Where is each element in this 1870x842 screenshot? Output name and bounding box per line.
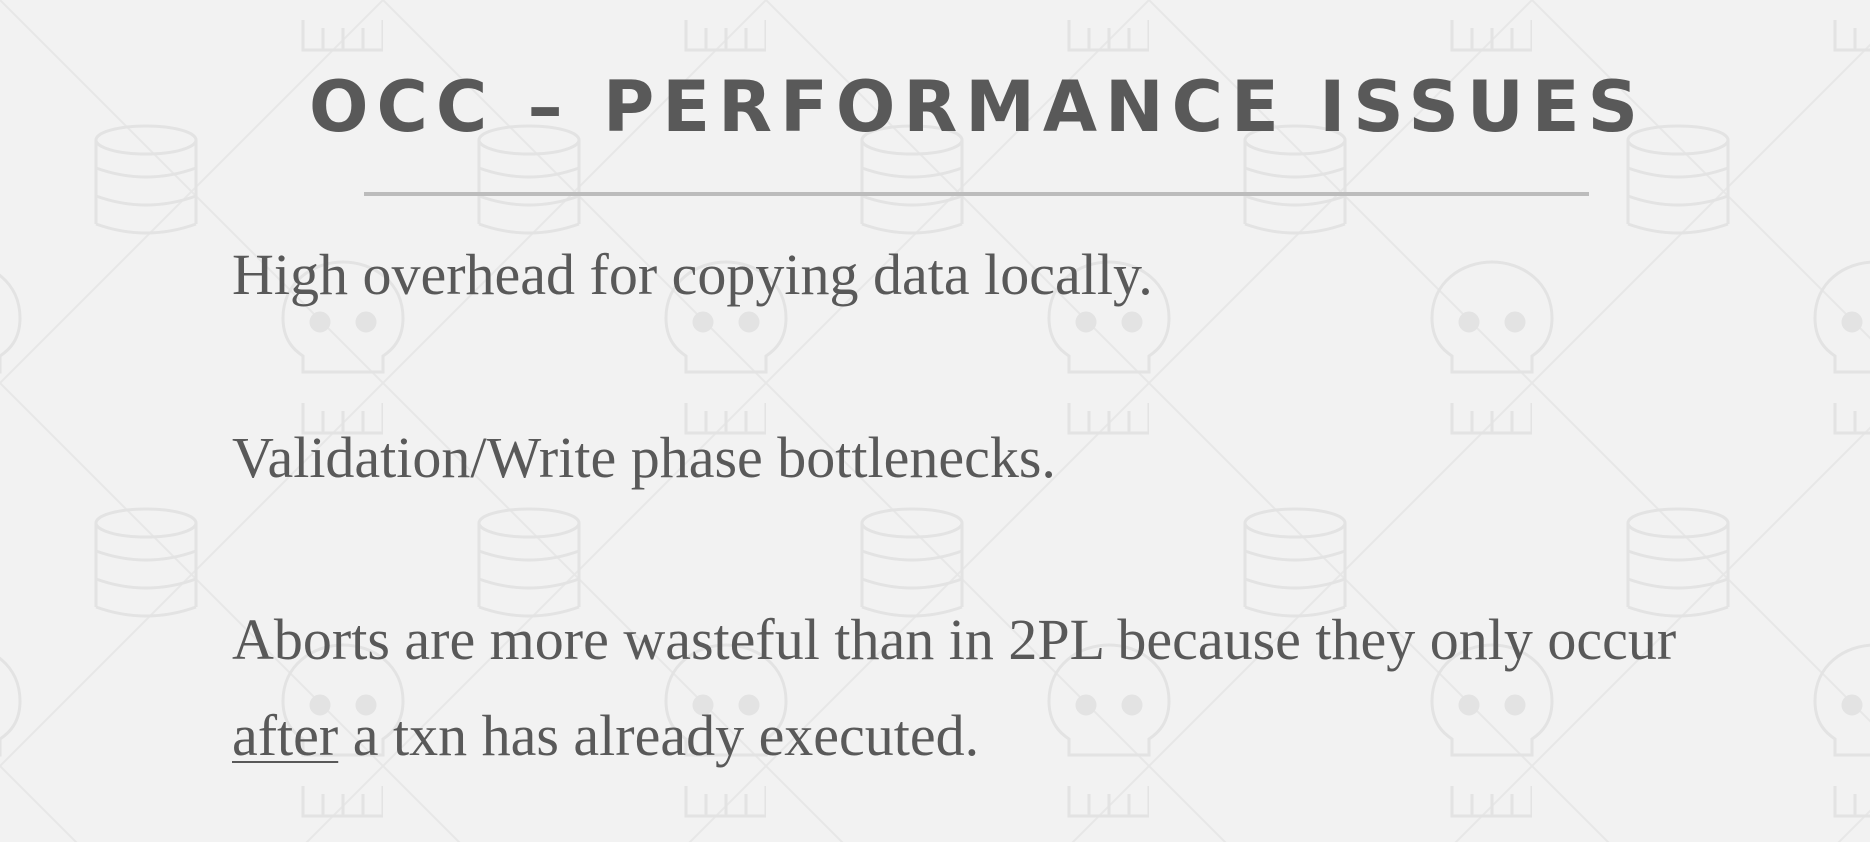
emphasis-after: after [232, 703, 339, 768]
title-underline [364, 192, 1589, 196]
bullet-text-after: a txn has already executed. [338, 703, 980, 768]
bullet-copy-overhead: High overhead for copying data locally. [232, 242, 1153, 307]
slide-title: OCC – PERFORMANCE ISSUES [308, 66, 1647, 148]
bullet-validation-bottlenecks: Validation/Write phase bottlenecks. [232, 425, 1056, 490]
bullet-wasteful-aborts: Aborts are more wasteful than in 2PL bec… [232, 592, 1772, 784]
slide: OCC – PERFORMANCE ISSUES High overhead f… [0, 0, 1870, 842]
bullet-text-before: Aborts are more wasteful than in 2PL bec… [232, 607, 1677, 672]
